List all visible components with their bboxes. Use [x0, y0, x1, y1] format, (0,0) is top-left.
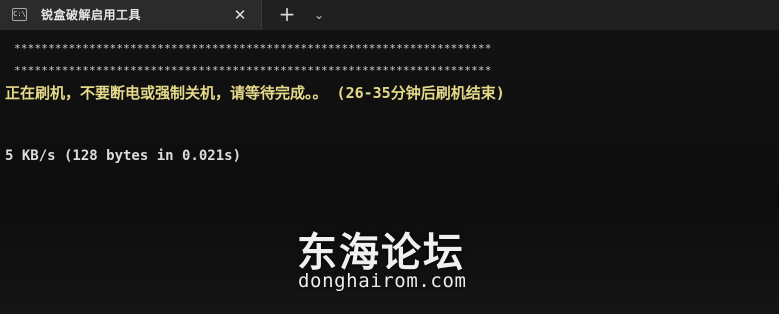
close-icon: ✕: [233, 6, 247, 24]
new-tab-button[interactable]: +: [274, 2, 300, 28]
tab-dropdown-button[interactable]: ⌄: [307, 3, 331, 27]
chevron-down-icon: ⌄: [313, 8, 325, 22]
terminal-icon: C:\: [12, 8, 27, 21]
transfer-stat: 5 KB/s (128 bytes in 0.021s): [5, 148, 242, 164]
stars-divider-1: ****************************************…: [14, 42, 492, 55]
flashing-message: 正在刷机，不要断电或强制关机，请等待完成。。 (26-35分钟后刷机结束): [5, 84, 505, 102]
stars-divider-2: ****************************************…: [14, 64, 492, 77]
terminal-output[interactable]: ****************************************…: [0, 30, 779, 314]
plus-icon: +: [278, 2, 296, 26]
close-tab-button[interactable]: ✕: [228, 3, 252, 27]
terminal-tab[interactable]: C:\ 锐盒破解启用工具 ✕: [0, 0, 262, 30]
watermark-url: donghairom.com: [298, 270, 467, 292]
tab-title: 锐盒破解启用工具: [41, 8, 142, 22]
title-bar: C:\ 锐盒破解启用工具 ✕ + ⌄: [0, 0, 779, 30]
